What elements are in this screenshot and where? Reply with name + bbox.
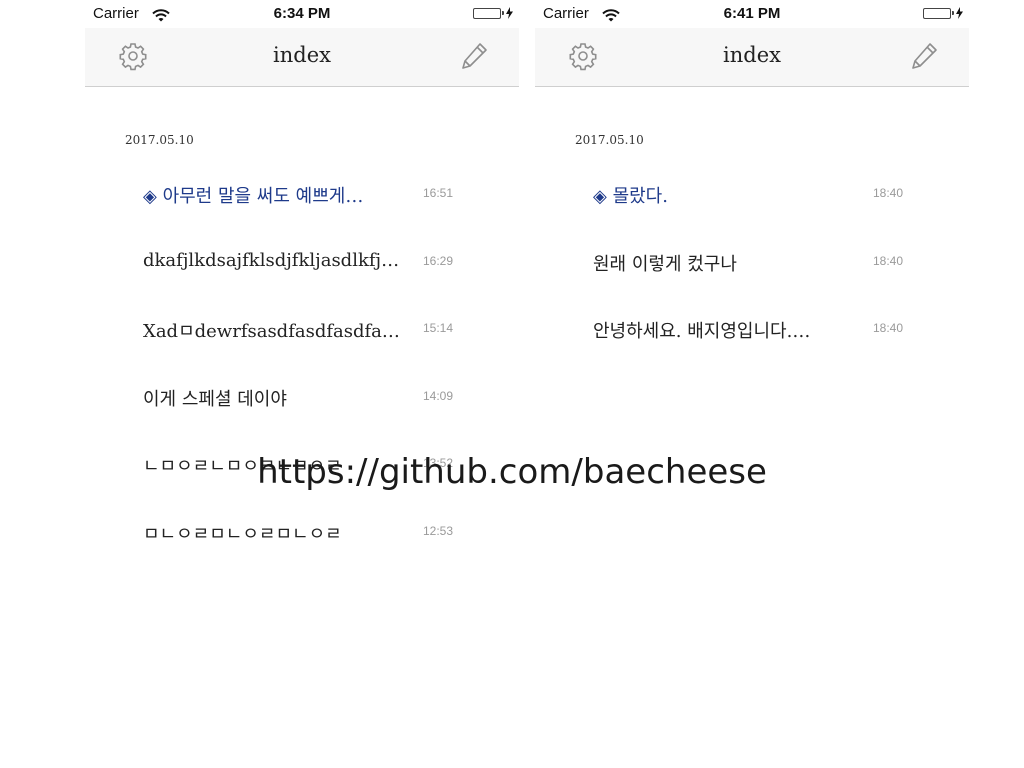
memo-title: 이게 스페셜 데이야 <box>143 389 287 410</box>
status-bar: Carrier 6:34 PM <box>85 0 519 28</box>
memo-list-item[interactable]: 이게 스페셜 데이야 14:09 <box>143 377 463 417</box>
memo-list-item[interactable]: 원래 이렇게 컸구나 18:40 <box>593 242 913 282</box>
memo-time: 18:40 <box>872 254 903 268</box>
pencil-icon[interactable] <box>459 41 489 71</box>
memo-time: 16:51 <box>422 186 453 200</box>
memo-list-item[interactable]: ㅁㄴㅇㄹㅁㄴㅇㄹㅁㄴㅇㄹ 12:53 <box>143 512 463 552</box>
memo-time: 15:14 <box>422 321 453 335</box>
memo-title: 원래 이렇게 컸구나 <box>593 254 737 275</box>
phone-screen-left: Carrier 6:34 PM index 2017.05.10 ◈ 아무런 말… <box>85 0 519 768</box>
page-title: index <box>273 43 331 67</box>
watermark-url: https://github.com/baecheese <box>257 452 767 492</box>
status-time: 6:34 PM <box>273 5 331 22</box>
battery-icon <box>473 7 513 19</box>
memo-title: Xadㅁdewrfsasdfasdfasdfa… <box>143 321 400 342</box>
date-section-header: 2017.05.10 <box>575 133 644 147</box>
memo-time: 18:40 <box>872 321 903 335</box>
pencil-icon[interactable] <box>909 41 939 71</box>
navigation-bar: index <box>535 28 969 87</box>
page-title: index <box>723 43 781 67</box>
date-section-header: 2017.05.10 <box>125 133 194 147</box>
memo-time: 18:40 <box>872 186 903 200</box>
memo-title: ㅁㄴㅇㄹㅁㄴㅇㄹㅁㄴㅇㄹ <box>143 524 342 545</box>
memo-list-item[interactable]: ◈ 몰랐다. 18:40 <box>593 174 913 214</box>
phone-screen-right: Carrier 6:41 PM index 2017.05.10 ◈ 몰랐다. … <box>535 0 969 768</box>
memo-list-item[interactable]: 안녕하세요. 배지영입니다.… 18:40 <box>593 309 913 349</box>
memo-time: 12:53 <box>422 524 453 538</box>
status-time: 6:41 PM <box>723 5 781 22</box>
navigation-bar: index <box>85 28 519 87</box>
status-bar: Carrier 6:41 PM <box>535 0 969 28</box>
memo-time: 14:09 <box>422 389 453 403</box>
memo-title: ◈ 아무런 말을 써도 예쁘게… <box>143 186 364 207</box>
memo-title: dkafjlkdsajfklsdjfkljasdlkfjs… <box>143 250 405 271</box>
memo-title: ◈ 몰랐다. <box>593 186 668 207</box>
memo-list-item[interactable]: dkafjlkdsajfklsdjfkljasdlkfjs… 16:29 <box>143 242 463 282</box>
memo-title: 안녕하세요. 배지영입니다.… <box>593 321 811 342</box>
memo-list-item[interactable]: ◈ 아무런 말을 써도 예쁘게… 16:51 <box>143 174 463 214</box>
memo-list-item[interactable]: Xadㅁdewrfsasdfasdfasdfa… 15:14 <box>143 309 463 349</box>
battery-icon <box>923 7 963 19</box>
memo-time: 16:29 <box>422 254 453 268</box>
